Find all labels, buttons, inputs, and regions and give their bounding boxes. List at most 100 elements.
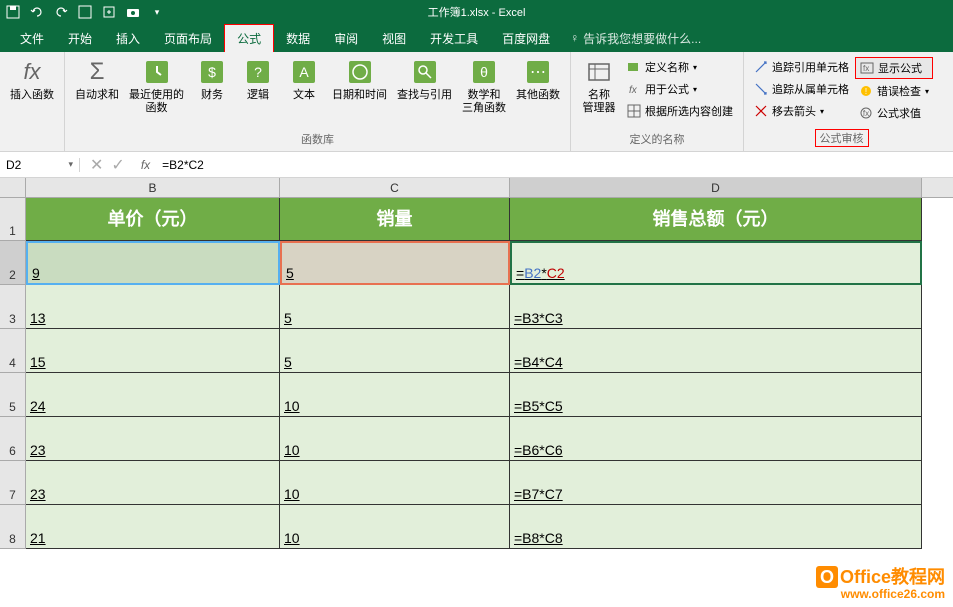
cell-b5[interactable]: 24 xyxy=(26,373,280,417)
save-icon[interactable] xyxy=(6,5,20,19)
financial-button[interactable]: $财务 xyxy=(190,55,234,104)
trace-dep-icon xyxy=(754,82,768,96)
cell-c1[interactable]: 销量 xyxy=(280,198,510,241)
qat-icon-1[interactable] xyxy=(78,5,92,19)
menu-bar: 文件 开始 插入 页面布局 公式 数据 审阅 视图 开发工具 百度网盘 ♀ 告诉… xyxy=(0,24,953,52)
ribbon: fx 插入函数 Σ自动求和 最近使用的 函数 $财务 ?逻辑 A文本 日期和时间… xyxy=(0,52,953,152)
cell-c7[interactable]: 10 xyxy=(280,461,510,505)
menu-review[interactable]: 审阅 xyxy=(322,25,370,52)
autosum-button[interactable]: Σ自动求和 xyxy=(71,55,123,104)
camera-icon[interactable] xyxy=(126,5,140,19)
redo-icon[interactable] xyxy=(54,5,68,19)
cell-d2[interactable]: =B2*C2 xyxy=(510,241,922,285)
row-header-6[interactable]: 6 xyxy=(0,417,26,461)
other-functions-button[interactable]: ⋯其他函数 xyxy=(512,55,564,104)
cell-b2[interactable]: 9 xyxy=(26,241,280,285)
fx-small-icon: fx xyxy=(627,82,641,96)
insert-function-button[interactable]: fx 插入函数 xyxy=(6,55,58,104)
cell-c5[interactable]: 10 xyxy=(280,373,510,417)
name-box[interactable]: D2▾ xyxy=(0,158,80,172)
cancel-formula-icon[interactable]: ✕ xyxy=(90,155,103,175)
fx-icon: fx xyxy=(23,59,40,85)
cell-b7[interactable]: 23 xyxy=(26,461,280,505)
menu-formulas[interactable]: 公式 xyxy=(224,24,274,53)
recent-functions-button[interactable]: 最近使用的 函数 xyxy=(125,55,188,117)
row-header-7[interactable]: 7 xyxy=(0,461,26,505)
cell-b3[interactable]: 13 xyxy=(26,285,280,329)
row-header-5[interactable]: 5 xyxy=(0,373,26,417)
qat-icon-2[interactable] xyxy=(102,5,116,19)
create-from-selection-button[interactable]: 根据所选内容创建 xyxy=(623,101,737,121)
menu-developer[interactable]: 开发工具 xyxy=(418,25,490,52)
cell-d6[interactable]: =B6*C6 xyxy=(510,417,922,461)
col-header-d[interactable]: D xyxy=(510,178,922,197)
cell-d7[interactable]: =B7*C7 xyxy=(510,461,922,505)
menu-file[interactable]: 文件 xyxy=(8,25,56,52)
menu-insert[interactable]: 插入 xyxy=(104,25,152,52)
logical-button[interactable]: ?逻辑 xyxy=(236,55,280,104)
text-button[interactable]: A文本 xyxy=(282,55,326,104)
show-formulas-button[interactable]: fx显示公式 xyxy=(855,57,933,79)
row-header-8[interactable]: 8 xyxy=(0,505,26,549)
cell-d4[interactable]: =B4*C4 xyxy=(510,329,922,373)
trace-prec-icon xyxy=(754,60,768,74)
qat-dropdown-icon[interactable]: ▾ xyxy=(150,5,164,19)
svg-text:$: $ xyxy=(208,64,216,80)
row-header-2[interactable]: 2 xyxy=(0,241,26,285)
cell-c6[interactable]: 10 xyxy=(280,417,510,461)
remove-arrows-button[interactable]: 移去箭头▾ xyxy=(750,101,853,121)
svg-text:!: ! xyxy=(865,87,867,96)
cell-b6[interactable]: 23 xyxy=(26,417,280,461)
cell-c8[interactable]: 10 xyxy=(280,505,510,549)
evaluate-formula-button[interactable]: fx公式求值 xyxy=(855,103,933,123)
col-header-c[interactable]: C xyxy=(280,178,510,197)
lookup-button[interactable]: 查找与引用 xyxy=(393,55,456,104)
use-in-formula-button[interactable]: fx用于公式▾ xyxy=(623,79,737,99)
data-row-5: 5 24 10 =B5*C5 xyxy=(0,373,953,417)
enter-formula-icon[interactable]: ✓ xyxy=(111,155,124,175)
define-name-button[interactable]: 定义名称▾ xyxy=(623,57,737,77)
cell-c2[interactable]: 5 xyxy=(280,241,510,285)
error-check-button[interactable]: !错误检查▾ xyxy=(855,81,933,101)
data-row-7: 7 23 10 =B7*C7 xyxy=(0,461,953,505)
trace-dependents-button[interactable]: 追踪从属单元格 xyxy=(750,79,853,99)
menu-home[interactable]: 开始 xyxy=(56,25,104,52)
cell-d1[interactable]: 销售总额（元） xyxy=(510,198,922,241)
cell-d5[interactable]: =B5*C5 xyxy=(510,373,922,417)
header-row: 1 单价（元） 销量 销售总额（元） xyxy=(0,198,953,241)
math-button[interactable]: θ数学和 三角函数 xyxy=(458,55,510,117)
datetime-button[interactable]: 日期和时间 xyxy=(328,55,391,104)
row-header-3[interactable]: 3 xyxy=(0,285,26,329)
undo-icon[interactable] xyxy=(30,5,44,19)
tell-me-search[interactable]: ♀ 告诉我您想要做什么... xyxy=(570,30,701,47)
cell-b4[interactable]: 15 xyxy=(26,329,280,373)
cell-b1[interactable]: 单价（元） xyxy=(26,198,280,241)
show-formulas-icon: fx xyxy=(860,61,874,75)
trace-precedents-button[interactable]: 追踪引用单元格 xyxy=(750,57,853,77)
group-label-formula-audit: 公式审核 xyxy=(815,129,869,147)
col-header-b[interactable]: B xyxy=(26,178,280,197)
menu-page-layout[interactable]: 页面布局 xyxy=(152,25,224,52)
fx-icon[interactable]: fx xyxy=(135,158,156,172)
cell-d3[interactable]: =B3*C3 xyxy=(510,285,922,329)
svg-text:⋯: ⋯ xyxy=(530,64,546,81)
row-header-1[interactable]: 1 xyxy=(0,198,26,241)
quick-access-toolbar: ▾ xyxy=(6,5,164,19)
name-manager-button[interactable]: 名称 管理器 xyxy=(577,55,621,117)
select-all-corner[interactable] xyxy=(0,178,26,197)
cell-c4[interactable]: 5 xyxy=(280,329,510,373)
row-header-4[interactable]: 4 xyxy=(0,329,26,373)
svg-text:A: A xyxy=(299,64,309,80)
cell-c3[interactable]: 5 xyxy=(280,285,510,329)
group-label-defined-names: 定义的名称 xyxy=(577,129,737,151)
menu-view[interactable]: 视图 xyxy=(370,25,418,52)
name-box-dropdown-icon[interactable]: ▾ xyxy=(68,159,73,170)
watermark: OOffice教程网 www.office26.com xyxy=(816,566,945,601)
data-row-8: 8 21 10 =B8*C8 xyxy=(0,505,953,549)
grid-icon xyxy=(627,104,641,118)
menu-data[interactable]: 数据 xyxy=(274,25,322,52)
cell-b8[interactable]: 21 xyxy=(26,505,280,549)
cell-d8[interactable]: =B8*C8 xyxy=(510,505,922,549)
formula-input[interactable] xyxy=(156,158,953,172)
menu-baidu[interactable]: 百度网盘 xyxy=(490,25,562,52)
